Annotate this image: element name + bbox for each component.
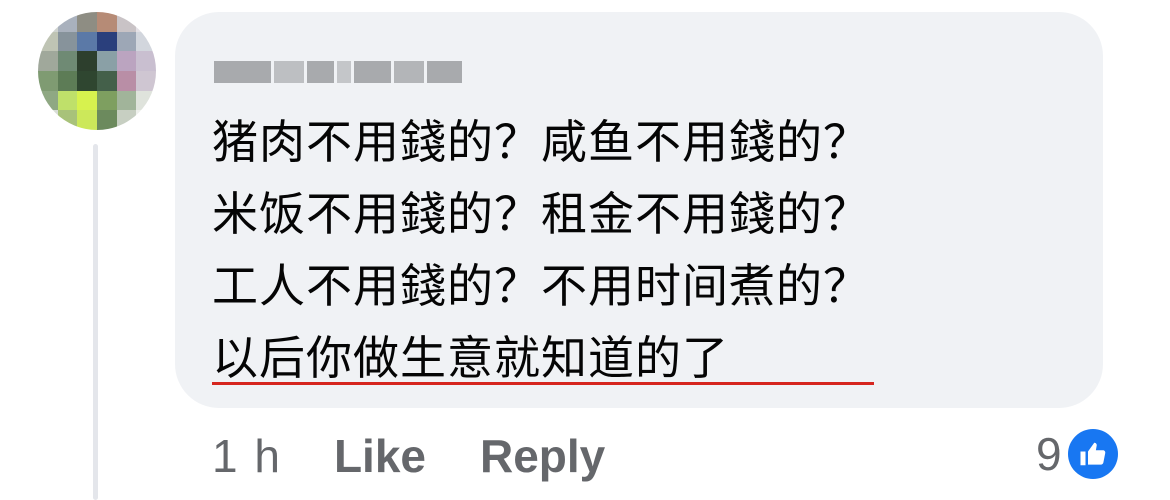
avatar-pixel	[77, 90, 97, 111]
author-name-blurred[interactable]	[214, 52, 462, 92]
avatar-pixel	[77, 12, 97, 32]
avatar-pixel	[57, 90, 78, 111]
avatar-pixel	[116, 90, 137, 111]
avatar-pixel	[38, 31, 58, 52]
avatar-pixel	[136, 110, 156, 130]
avatar-pixel	[96, 51, 117, 71]
avatar-pixel	[77, 110, 97, 130]
avatar-pixel	[77, 51, 97, 71]
avatar-pixel	[38, 70, 58, 91]
avatar-pixel	[38, 90, 58, 111]
thumbs-up-icon	[1067, 429, 1118, 479]
avatar-pixel	[116, 110, 137, 130]
avatar-pixel	[77, 31, 97, 52]
avatar-pixel	[57, 31, 78, 52]
avatar-pixel	[136, 31, 156, 52]
comment-actions: 1 h Like Reply	[212, 428, 605, 484]
avatar-pixel	[96, 12, 117, 32]
avatar[interactable]	[38, 12, 156, 130]
comment-item: 猪肉不用錢的？咸鱼不用錢的？ 米饭不用錢的？租金不用錢的？ 工人不用錢的？不用时…	[0, 0, 1170, 500]
avatar-pixel	[96, 90, 117, 111]
avatar-pixel	[57, 12, 78, 32]
thread-line	[93, 144, 98, 500]
timestamp[interactable]: 1 h	[212, 429, 282, 483]
avatar-pixel	[136, 51, 156, 71]
avatar-pixel	[57, 51, 78, 71]
avatar-pixel	[57, 70, 78, 91]
avatar-pixel	[136, 12, 156, 32]
avatar-pixel	[136, 70, 156, 91]
avatar-pixel	[96, 110, 117, 130]
reaction-summary[interactable]: 9	[1036, 424, 1118, 484]
red-underline	[212, 382, 874, 385]
avatar-pixel	[116, 31, 137, 52]
reply-button[interactable]: Reply	[480, 429, 605, 483]
comment-line: 工人不用錢的？不用时间煮的？	[212, 259, 870, 313]
comment-line: 米饭不用錢的？租金不用錢的？	[212, 187, 870, 241]
reaction-count: 9	[1036, 428, 1062, 480]
avatar-pixel	[77, 70, 97, 91]
avatar-pixel	[38, 12, 58, 32]
avatar-pixel	[136, 90, 156, 111]
avatar-pixel	[96, 70, 117, 91]
comment-text: 猪肉不用錢的？咸鱼不用錢的？ 米饭不用錢的？租金不用錢的？ 工人不用錢的？不用时…	[212, 106, 1082, 394]
avatar-pixel	[38, 110, 58, 130]
avatar-pixel	[96, 31, 117, 52]
avatar-pixel	[38, 51, 58, 71]
avatar-pixel	[57, 110, 78, 130]
avatar-pixel	[116, 70, 137, 91]
avatar-pixel	[116, 51, 137, 71]
avatar-pixel	[116, 12, 137, 32]
comment-line: 猪肉不用錢的？咸鱼不用錢的？	[212, 115, 870, 169]
like-button[interactable]: Like	[334, 429, 426, 483]
